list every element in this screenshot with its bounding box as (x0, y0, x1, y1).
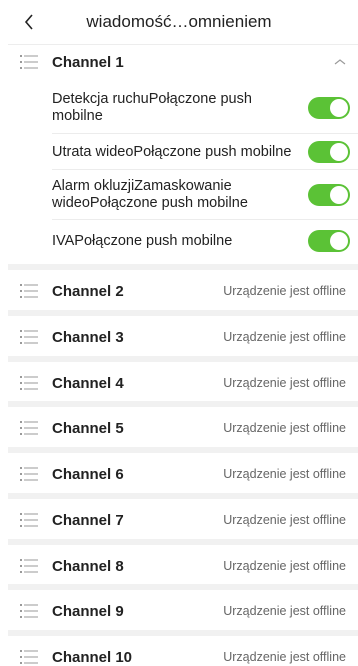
channel-label: Channel 4 (52, 375, 124, 392)
offline-status: Urządzenie jest offline (223, 376, 346, 390)
list-icon (20, 284, 38, 298)
list-icon (20, 330, 38, 344)
channel-label: Channel 2 (52, 283, 124, 300)
option-label: Alarm okluzjiZamaskowanie wideoPołączone… (52, 178, 248, 211)
list-icon (20, 650, 38, 664)
list-icon (20, 604, 38, 618)
offline-status: Urządzenie jest offline (223, 284, 346, 298)
chevron-up-icon[interactable] (334, 57, 346, 67)
offline-status: Urządzenie jest offline (223, 467, 346, 481)
notification-option-row: Alarm okluzjiZamaskowanie wideoPołączone… (52, 170, 358, 220)
notification-option-row: IVAPołączone push mobilne (52, 220, 358, 262)
channel-label: Channel 7 (52, 512, 124, 529)
channel-row-2[interactable]: Channel 2 Urządzenie jest offline (0, 270, 358, 314)
channel-row-9[interactable]: Channel 9 Urządzenie jest offline (0, 590, 358, 634)
option-label: Utrata wideoPołączone push mobilne (52, 144, 292, 160)
channel-label: Channel 8 (52, 558, 124, 575)
channel-row-10[interactable]: Channel 10 Urządzenie jest offline (0, 636, 358, 666)
option-toggle[interactable] (308, 97, 350, 119)
offline-status: Urządzenie jest offline (223, 330, 346, 344)
offline-status: Urządzenie jest offline (223, 559, 346, 573)
toggle-knob (330, 99, 348, 117)
channel-label: Channel 10 (52, 649, 133, 666)
top-bar: wiadomość…omnieniem (0, 0, 358, 44)
toggle-knob (330, 186, 348, 204)
list-icon (20, 376, 38, 390)
channel-row-1[interactable]: Channel 1 (0, 41, 358, 85)
channel-label: Channel 5 (52, 420, 124, 437)
channel-label: Channel 9 (52, 603, 124, 620)
channel-label: Channel 1 (52, 54, 124, 71)
offline-status: Urządzenie jest offline (223, 604, 346, 618)
toggle-knob (330, 143, 348, 161)
list-icon (20, 467, 38, 481)
option-toggle[interactable] (308, 141, 350, 163)
list-icon (20, 55, 38, 69)
channel-row-8[interactable]: Channel 8 Urządzenie jest offline (0, 545, 358, 589)
list-icon (20, 421, 38, 435)
offline-status: Urządzenie jest offline (223, 513, 346, 527)
option-label: IVAPołączone push mobilne (52, 233, 233, 249)
list-icon (20, 513, 38, 527)
page-title: wiadomość…omnieniem (86, 12, 272, 31)
channel-row-3[interactable]: Channel 3 Urządzenie jest offline (0, 316, 358, 360)
list-icon (20, 559, 38, 573)
option-label: Detekcja ruchuPołączone push mobilne (52, 91, 252, 124)
channel-label: Channel 3 (52, 329, 124, 346)
channel-row-5[interactable]: Channel 5 Urządzenie jest offline (0, 407, 358, 451)
offline-status: Urządzenie jest offline (223, 650, 346, 664)
channel-row-4[interactable]: Channel 4 Urządzenie jest offline (0, 362, 358, 406)
toggle-knob (330, 232, 348, 250)
channel-row-6[interactable]: Channel 6 Urządzenie jest offline (0, 453, 358, 497)
offline-status: Urządzenie jest offline (223, 421, 346, 435)
option-toggle[interactable] (308, 184, 350, 206)
option-toggle[interactable] (308, 230, 350, 252)
notification-option-row: Detekcja ruchuPołączone push mobilne (52, 84, 358, 134)
channel-label: Channel 6 (52, 466, 124, 483)
channel-row-7[interactable]: Channel 7 Urządzenie jest offline (0, 499, 358, 543)
notification-option-row: Utrata wideoPołączone push mobilne (52, 134, 358, 170)
